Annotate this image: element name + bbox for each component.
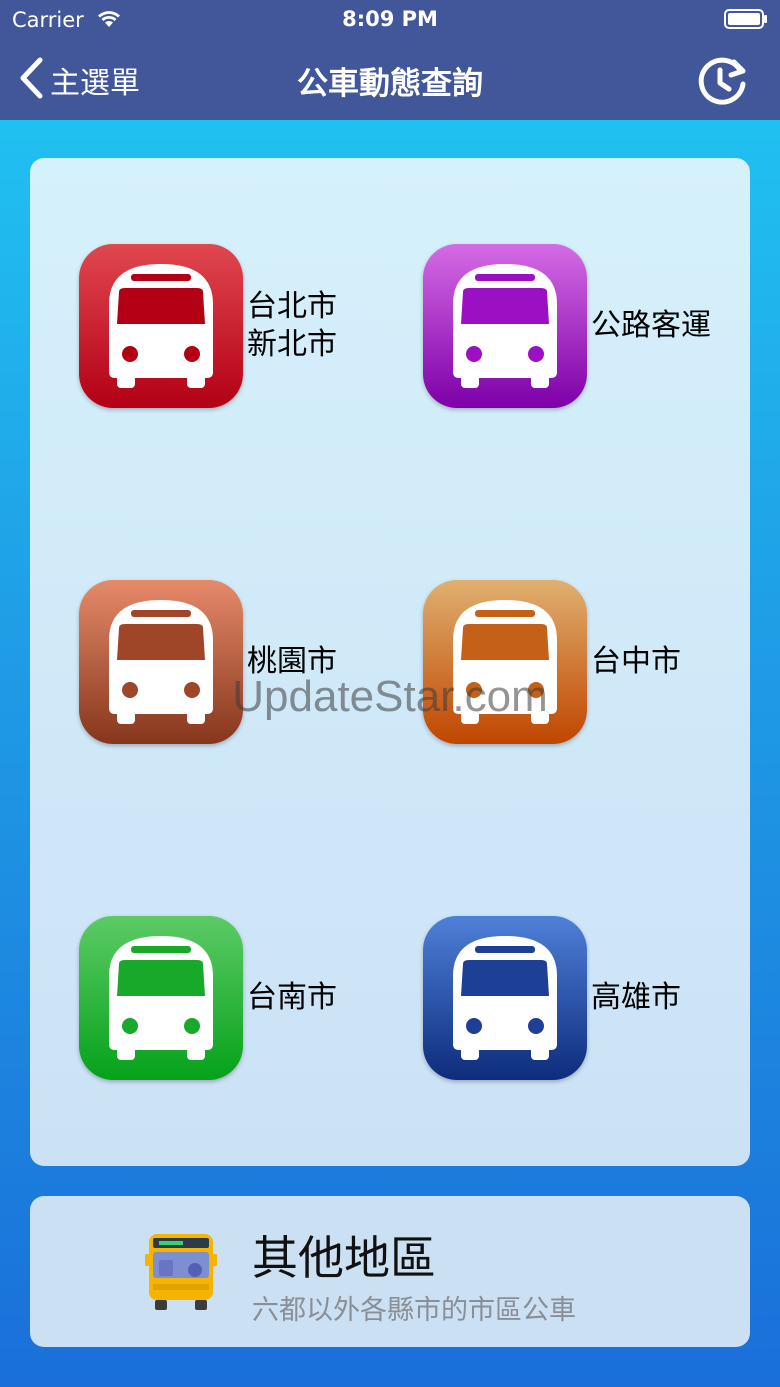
battery-icon <box>724 9 768 29</box>
city-label: 台中市 <box>591 644 681 679</box>
city-label: 公路客運 <box>591 308 711 343</box>
bus-icon <box>423 580 587 744</box>
bus-icon <box>79 916 243 1080</box>
history-clock-icon <box>694 57 750 114</box>
bus-icon <box>79 244 243 408</box>
other-region-title: 其他地區 <box>252 1231 436 1285</box>
status-bar: Carrier 8:09 PM <box>0 0 780 40</box>
city-label: 桃園市 <box>247 644 337 679</box>
city-button-taichung[interactable]: 台中市 <box>423 580 681 744</box>
page-title: 公車動態查詢 <box>297 66 483 102</box>
city-button-highway[interactable]: 公路客運 <box>423 244 711 408</box>
other-region-button[interactable]: 其他地區 六都以外各縣市的市區公車 <box>30 1196 750 1347</box>
clock: 8:09 PM <box>342 7 438 31</box>
navigation-bar: 主選單 公車動態查詢 <box>0 40 780 120</box>
bus-icon <box>423 916 587 1080</box>
city-button-kaohsiung[interactable]: 高雄市 <box>423 916 681 1080</box>
city-button-taipei[interactable]: 台北市 新北市 <box>79 244 337 408</box>
history-button[interactable] <box>694 54 750 110</box>
bus-icon <box>79 580 243 744</box>
bus-icon <box>423 244 587 408</box>
city-panel: 台北市 新北市 公路客運 桃園市 台中市 台南市 高雄市 <box>30 158 750 1166</box>
city-label: 高雄市 <box>591 980 681 1015</box>
other-region-subtitle: 六都以外各縣市的市區公車 <box>252 1295 576 1326</box>
city-label: 台北市 新北市 <box>247 289 337 362</box>
city-button-tainan[interactable]: 台南市 <box>79 916 337 1080</box>
yellow-bus-icon <box>145 1232 217 1316</box>
city-button-taoyuan[interactable]: 桃園市 <box>79 580 337 744</box>
city-label: 台南市 <box>247 980 337 1015</box>
